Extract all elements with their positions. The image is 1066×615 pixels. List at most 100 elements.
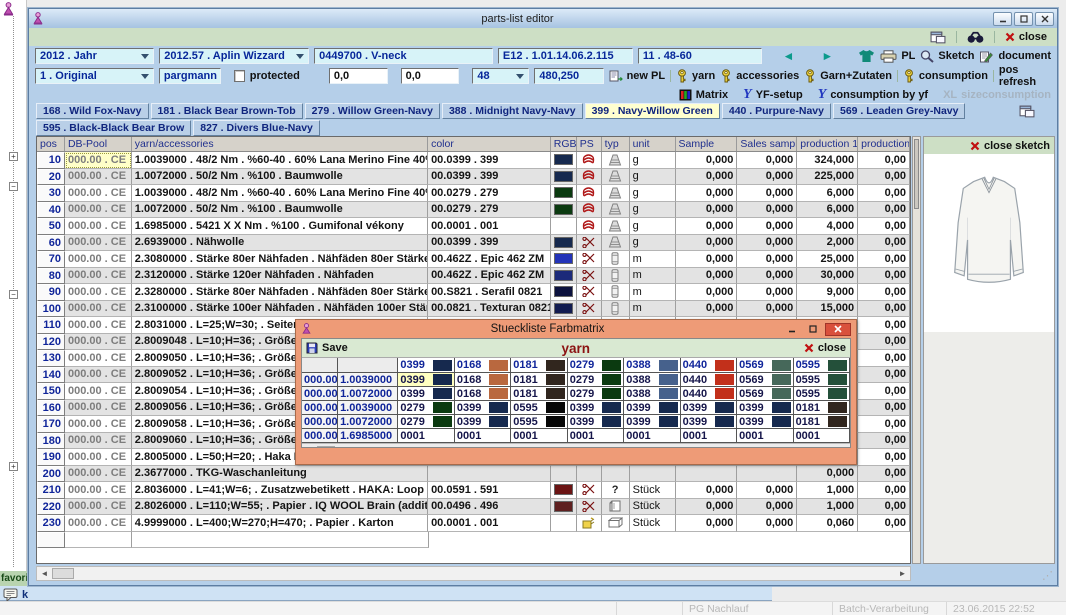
db-pool-cell[interactable]: 000.00 . CE <box>65 449 132 466</box>
unit-cell[interactable]: m <box>630 251 676 268</box>
tab-colorway[interactable]: 399 . Navy-Willow Green <box>585 103 720 119</box>
sales-sample-cell[interactable]: 0,000 <box>737 235 797 252</box>
matrix-color-cell[interactable]: 0001 <box>794 429 850 443</box>
color-cell[interactable]: 00.0001 . 001 <box>428 218 551 235</box>
production-2-cell[interactable]: 0,00 <box>858 317 910 334</box>
production-1-cell[interactable]: 0,000 <box>797 466 858 483</box>
matrix-article-cell[interactable]: 1.6985000 <box>338 429 398 443</box>
unit-cell[interactable]: g <box>630 152 676 169</box>
matrix-color-cell[interactable]: 0279 <box>568 373 624 387</box>
matrix-color-cell[interactable]: 0569 <box>737 373 793 387</box>
matrix-color-cell[interactable]: 0181 <box>794 415 850 429</box>
matrix-color-cell[interactable]: 0399 <box>624 401 680 415</box>
sample-cell[interactable]: 0,000 <box>676 301 738 318</box>
rgb-cell[interactable] <box>551 515 577 532</box>
horizontal-scrollbar[interactable]: ◄ ► <box>36 566 911 581</box>
sales-sample-cell[interactable]: 0,000 <box>737 482 797 499</box>
sales-sample-cell[interactable]: 0,000 <box>737 218 797 235</box>
typ-cell[interactable] <box>602 251 630 268</box>
matrix-color-cell[interactable]: 0595 <box>511 401 567 415</box>
typ-cell[interactable] <box>602 218 630 235</box>
save-button[interactable]: Save <box>306 342 348 354</box>
rgb-cell[interactable] <box>551 169 577 186</box>
tab-colorway[interactable]: 168 . Wild Fox-Navy <box>36 103 149 119</box>
tab-colorway[interactable]: 595 . Black-Black Bear Brow <box>36 120 191 136</box>
production-1-cell[interactable]: 30,000 <box>797 268 858 285</box>
db-pool-cell[interactable]: 000.00 . CE <box>65 433 132 450</box>
tree-expander[interactable]: − <box>9 290 18 299</box>
production-2-cell[interactable]: 0,00 <box>858 152 910 169</box>
db-pool-cell[interactable]: 000.00 . CE <box>65 202 132 219</box>
matrix-article-cell[interactable]: 1.0039000 <box>338 373 398 387</box>
pl-print-button[interactable]: PL <box>880 50 915 63</box>
close-window-button[interactable] <box>1035 12 1054 26</box>
rgb-cell[interactable] <box>551 499 577 516</box>
production-1-cell[interactable]: 4,000 <box>797 218 858 235</box>
matrix-article-cell[interactable]: 1.0072000 <box>338 387 398 401</box>
unit-cell[interactable] <box>630 466 676 483</box>
pos-cell[interactable]: 220 <box>37 499 65 516</box>
color-cell[interactable]: 00.0279 . 279 <box>428 202 551 219</box>
dialog-scroll-left-arrow[interactable]: ◄ <box>302 444 317 449</box>
matrix-color-cell[interactable]: 0181 <box>511 387 567 401</box>
garn-zutaten-button[interactable]: Garn+Zutaten <box>804 69 892 83</box>
color-cell[interactable]: 00.462Z . Epic 462 ZM <box>428 268 551 285</box>
unit-cell[interactable]: g <box>630 235 676 252</box>
matrix-color-cell[interactable]: 0001 <box>681 429 737 443</box>
matrix-color-cell[interactable]: 0440 <box>681 373 737 387</box>
ps-cell[interactable] <box>577 466 602 483</box>
yarn-cell[interactable]: 2.3677000 . TKG-Waschanleitung <box>132 466 428 483</box>
production-2-cell[interactable]: 0,00 <box>858 185 910 202</box>
dialog-scroll-thumb[interactable] <box>317 446 335 449</box>
sales-sample-cell[interactable]: 0,000 <box>737 202 797 219</box>
typ-cell[interactable] <box>602 235 630 252</box>
dialog-horizontal-scrollbar[interactable]: ◄ ► <box>302 443 850 448</box>
ps-cell[interactable] <box>577 268 602 285</box>
db-pool-cell[interactable]: 000.00 . CE <box>65 383 132 400</box>
unit-cell[interactable]: Stück <box>630 499 676 516</box>
production-2-cell[interactable]: 0,00 <box>858 433 910 450</box>
document-button[interactable]: document <box>979 50 1051 63</box>
matrix-color-cell[interactable]: 0001 <box>568 429 624 443</box>
protected-checkbox[interactable] <box>234 70 245 82</box>
unit-cell[interactable]: g <box>630 202 676 219</box>
sample-cell[interactable]: 0,000 <box>676 515 738 532</box>
matrix-color-cell[interactable]: 0279 <box>568 387 624 401</box>
production-1-cell[interactable]: 6,000 <box>797 185 858 202</box>
ps-cell[interactable] <box>577 202 602 219</box>
horizontal-scroll-thumb[interactable] <box>52 568 74 579</box>
consumption-by-yf-button[interactable]: Y consumption by yf <box>818 89 928 101</box>
db-pool-cell[interactable]: 000.00 . CE <box>65 185 132 202</box>
ps-cell[interactable] <box>577 185 602 202</box>
ps-cell[interactable] <box>577 301 602 318</box>
pos-cell[interactable]: 190 <box>37 449 65 466</box>
typ-cell[interactable] <box>602 152 630 169</box>
matrix-color-cell[interactable]: 0399 <box>624 415 680 429</box>
sales-sample-cell[interactable]: 0,000 <box>737 499 797 516</box>
yarn-cell[interactable]: 2.6939000 . Nähwolle <box>132 235 428 252</box>
yarn-cell[interactable]: 2.3100000 . Stärke 100er Nähfaden . Nähf… <box>132 301 428 318</box>
scroll-left-arrow[interactable]: ◄ <box>37 567 52 580</box>
production-2-cell[interactable]: 0,00 <box>858 268 910 285</box>
matrix-article-cell[interactable]: 1.0039000 <box>338 401 398 415</box>
yarn-button[interactable]: yarn <box>676 69 715 83</box>
tab-colorway[interactable]: 279 . Willow Green-Navy <box>305 103 440 119</box>
title-bar[interactable]: parts-list editor <box>29 9 1057 28</box>
matrix-color-cell[interactable]: 0001 <box>398 429 454 443</box>
prev-arrow-button[interactable]: ◄ <box>783 50 795 62</box>
sample-cell[interactable]: 0,000 <box>676 202 738 219</box>
matrix-color-cell[interactable]: 0399 <box>737 401 793 415</box>
pos-cell[interactable]: 170 <box>37 416 65 433</box>
matrix-pool-cell[interactable]: 000.00 <box>302 373 338 387</box>
favorit-label[interactable]: favorit <box>0 571 27 586</box>
ps-cell[interactable] <box>577 169 602 186</box>
typ-cell[interactable] <box>602 268 630 285</box>
color-cell[interactable]: 00.0279 . 279 <box>428 185 551 202</box>
matrix-pool-cell[interactable]: 000.00 <box>302 387 338 401</box>
minimize-button[interactable] <box>993 12 1012 26</box>
unit-cell[interactable]: Stück <box>630 515 676 532</box>
matrix-pool-cell[interactable]: 000.00 <box>302 415 338 429</box>
matrix-color-cell[interactable]: 0399 <box>455 415 511 429</box>
sample-cell[interactable] <box>676 466 738 483</box>
production-1-cell[interactable]: 225,000 <box>797 169 858 186</box>
